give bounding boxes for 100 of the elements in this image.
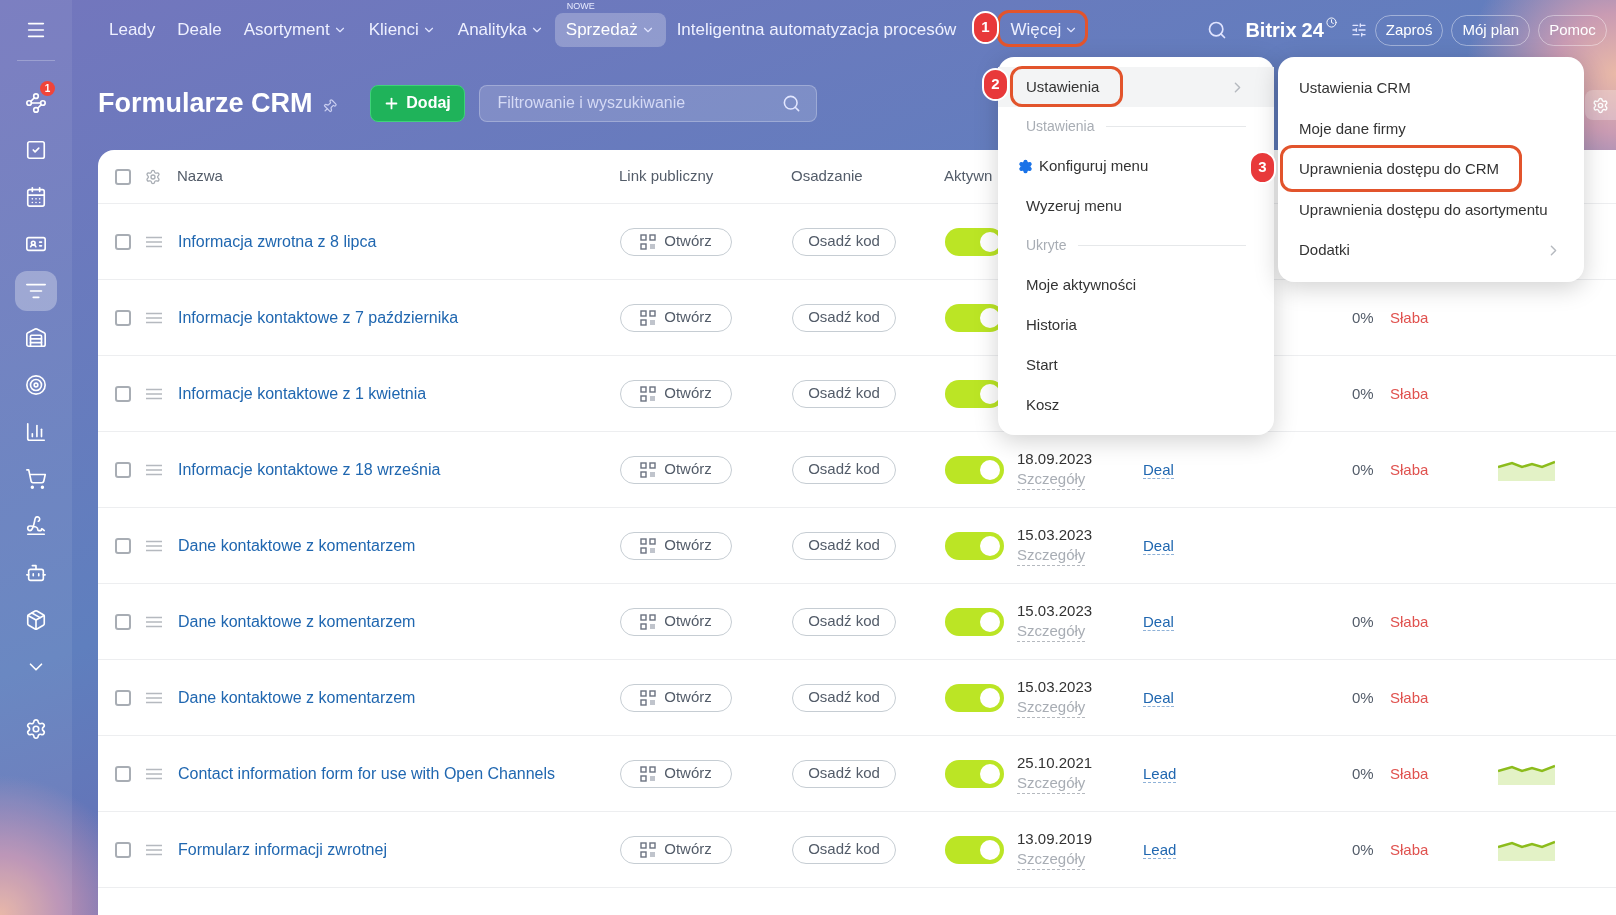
toggle-switch[interactable] xyxy=(945,759,1004,788)
checkbox[interactable] xyxy=(115,765,131,782)
menu-item[interactable]: Ustawienia CRM xyxy=(1286,71,1419,106)
toggle-switch[interactable] xyxy=(945,835,1004,864)
sidebar-item[interactable] xyxy=(15,271,57,311)
checkbox[interactable] xyxy=(115,309,131,326)
form-name-link[interactable]: Informacje kontaktowe z 18 września xyxy=(178,460,441,478)
entity-type-link[interactable]: Deal xyxy=(1143,460,1174,479)
entity-type-link[interactable]: Lead xyxy=(1143,764,1177,783)
drag-handle-icon[interactable] xyxy=(145,767,163,780)
date-text: 18.09.2023 xyxy=(1017,449,1094,469)
drag-handle-icon[interactable] xyxy=(145,539,163,552)
toggle-switch[interactable] xyxy=(945,683,1004,712)
nav-item[interactable]: Deale xyxy=(166,13,233,47)
drag-handle-icon[interactable] xyxy=(145,311,163,324)
settings-button[interactable] xyxy=(1585,90,1616,120)
column-header[interactable]: Link publiczny xyxy=(619,165,791,188)
form-name-link[interactable]: Dane kontaktowe z komentarzem xyxy=(178,612,416,630)
nav-item[interactable]: Klienci xyxy=(357,13,447,47)
column-header[interactable]: Aktywn xyxy=(944,165,993,188)
column-header[interactable]: Nazwa xyxy=(177,165,619,188)
checkbox[interactable] xyxy=(115,537,131,554)
date-text: 15.03.2023 xyxy=(1017,601,1094,621)
checkbox[interactable] xyxy=(115,461,131,478)
toggle-switch[interactable] xyxy=(945,531,1004,560)
form-name-link[interactable]: Dane kontaktowe z komentarzem xyxy=(178,688,416,706)
qr-code-icon xyxy=(640,689,657,706)
warehouse-icon xyxy=(25,327,47,349)
checkbox[interactable] xyxy=(115,168,131,185)
rating-text: Słaba xyxy=(1390,764,1429,782)
drag-handle-icon[interactable] xyxy=(145,235,163,248)
form-name-link[interactable]: Dane kontaktowe z komentarzem xyxy=(178,536,416,554)
drag-handle-icon[interactable] xyxy=(145,691,163,704)
menu-item[interactable]: Moje dane firmy xyxy=(1286,111,1414,146)
menu-item[interactable]: Uprawnienia dostępu do asortymentu xyxy=(1286,192,1556,227)
menu-item[interactable]: Uprawnienia dostępu do CRM xyxy=(1286,152,1508,187)
form-name-link[interactable]: Contact information form for use with Open Channels xyxy=(178,764,556,782)
drag-handle-icon[interactable] xyxy=(145,615,163,628)
task-icon xyxy=(25,139,47,161)
nav-item[interactable]: Asortyment xyxy=(232,13,358,47)
settings-icon xyxy=(25,718,47,740)
toggle-switch[interactable] xyxy=(945,607,1004,636)
section-label: Ustawienia xyxy=(1026,117,1095,136)
nav-item[interactable]: Leady xyxy=(98,13,167,47)
form-name-link[interactable]: Formularz informacji zwrotnej xyxy=(178,840,387,858)
entity-type-link[interactable]: Deal xyxy=(1143,536,1174,555)
entity-type-link[interactable]: Deal xyxy=(1143,612,1174,631)
rating-text: Słaba xyxy=(1390,612,1429,630)
checkbox[interactable] xyxy=(115,385,131,402)
entity-type-link[interactable]: Deal xyxy=(1143,688,1174,707)
rating-text: Słaba xyxy=(1390,460,1429,478)
checkbox[interactable] xyxy=(115,233,131,250)
menu-item[interactable]: Start xyxy=(998,345,1086,385)
drag-handle-icon[interactable] xyxy=(145,387,163,400)
logo[interactable]: Bitrix 24 xyxy=(1245,15,1337,45)
toggle-switch[interactable] xyxy=(945,455,1004,484)
box-icon xyxy=(25,609,47,631)
search-icon[interactable] xyxy=(1207,20,1228,40)
drag-handle-icon[interactable] xyxy=(145,463,163,476)
qr-code-icon xyxy=(640,765,657,782)
qr-code-icon xyxy=(640,461,657,478)
column-header[interactable]: Osadzanie xyxy=(791,165,944,188)
rating-text: Słaba xyxy=(1390,384,1429,402)
date-text: 13.09.2019 xyxy=(1017,829,1094,849)
qr-code-icon xyxy=(640,233,657,250)
date-text: 15.03.2023 xyxy=(1017,677,1094,697)
rating-text: Słaba xyxy=(1390,840,1429,858)
menu-item[interactable]: Konfiguruj menu xyxy=(998,146,1177,186)
signature-icon xyxy=(25,515,47,537)
conversion-text: 0% xyxy=(1352,612,1374,630)
menu-item[interactable]: Dodatki xyxy=(1286,233,1584,268)
gear-icon xyxy=(1018,158,1033,174)
sliders-icon[interactable] xyxy=(1350,22,1367,38)
drag-handle-icon[interactable] xyxy=(145,843,163,856)
section-label: Ukryte xyxy=(1026,236,1067,255)
nav-item[interactable]: Inteligentna automatyzacja procesów xyxy=(665,13,968,47)
menu-item[interactable]: Moje aktywności xyxy=(998,265,1165,305)
checkbox[interactable] xyxy=(115,689,131,706)
conversion-text: 0% xyxy=(1352,384,1374,402)
menu-item[interactable]: Kosz xyxy=(998,385,1088,425)
target-icon xyxy=(25,374,47,396)
qr-code-icon xyxy=(640,309,657,326)
sidebar-item[interactable]: 1 xyxy=(15,83,57,123)
rating-text: Słaba xyxy=(1390,308,1429,326)
bar-chart-icon xyxy=(25,421,47,443)
entity-type-link[interactable]: Lead xyxy=(1143,840,1177,859)
checkbox[interactable] xyxy=(115,841,131,858)
menu-item[interactable]: Ustawienia xyxy=(998,67,1274,107)
menu-item[interactable]: Historia xyxy=(998,305,1105,345)
menu-item[interactable]: Wyzeruj menu xyxy=(998,186,1150,226)
settings-icon[interactable] xyxy=(145,168,161,185)
form-name-link[interactable]: Informacje kontaktowe z 7 października xyxy=(178,308,459,326)
clock-icon xyxy=(1325,17,1337,28)
nav-item[interactable]: Więcej xyxy=(999,13,1090,47)
network-icon xyxy=(25,92,47,114)
form-name-link[interactable]: Informacje kontaktowe z 1 kwietnia xyxy=(178,384,427,402)
form-name-link[interactable]: Informacja zwrotna z 8 lipca xyxy=(178,232,377,250)
checkbox[interactable] xyxy=(115,613,131,630)
settings-icon xyxy=(1592,96,1609,114)
nav-item[interactable]: Analityka xyxy=(446,13,555,47)
